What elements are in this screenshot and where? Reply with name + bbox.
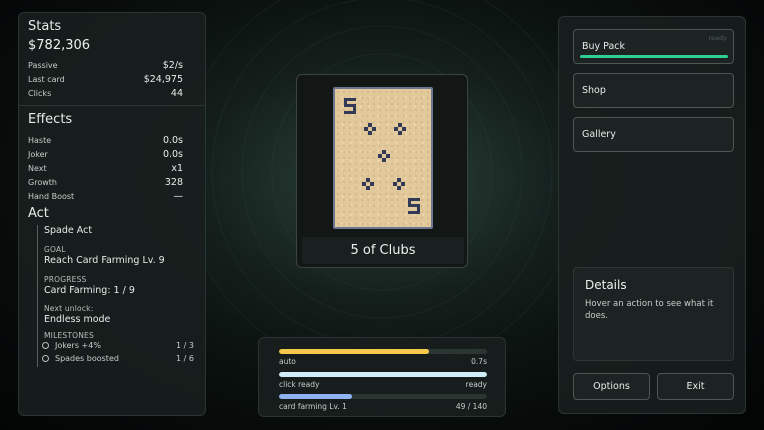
- details-text: Hover an action to see what it does.: [585, 299, 714, 321]
- progress-panel: auto 0.7s click ready ready card farming…: [258, 337, 506, 417]
- act-name: Spade Act: [44, 225, 93, 236]
- click-progress-bar: [279, 372, 487, 377]
- effect-value: 0.0s: [162, 149, 183, 160]
- act-title: Act: [28, 206, 49, 221]
- exit-button[interactable]: Exit: [657, 373, 734, 400]
- effect-row-growth: Growth 328: [28, 177, 183, 188]
- milestone-name: Spades boosted: [55, 354, 119, 363]
- milestone-name: Jokers +4%: [55, 341, 101, 350]
- card-rank-bottom: [408, 198, 420, 214]
- stat-label: Clicks: [28, 89, 52, 98]
- buy-pack-progress-fill: [580, 55, 728, 58]
- auto-progress-bar: [279, 349, 487, 354]
- effect-value: —: [173, 191, 184, 202]
- left-info-panel: Stats $782,306 Passive $2/s Last card $2…: [18, 12, 206, 416]
- card-label-box: 5 of Clubs: [302, 237, 464, 264]
- gallery-button[interactable]: Gallery: [573, 117, 734, 152]
- stat-label: Last card: [28, 75, 65, 84]
- effect-value: x1: [171, 163, 183, 174]
- milestone-row: Spades boosted 1 / 6: [42, 354, 194, 363]
- shop-label: Shop: [582, 85, 606, 96]
- milestone-circle-icon: [42, 355, 49, 362]
- effect-label: Growth: [28, 178, 57, 187]
- milestone-row: Jokers +4% 1 / 3: [42, 341, 194, 350]
- card-display[interactable]: 5 of Clubs: [296, 74, 468, 268]
- stat-value: $2/s: [162, 60, 183, 71]
- progress-label: PROGRESS: [44, 275, 87, 284]
- auto-label: auto: [279, 357, 296, 366]
- milestone-count: 1 / 6: [176, 354, 194, 363]
- goal-label: GOAL: [44, 245, 66, 254]
- farming-progress-fill: [279, 394, 352, 399]
- progress-text: Card Farming: 1 / 9: [44, 285, 135, 296]
- effect-value: 0.0s: [162, 135, 183, 146]
- next-unlock-text: Endless mode: [44, 314, 111, 325]
- playing-card[interactable]: [333, 87, 433, 229]
- effect-label: Next: [28, 164, 47, 173]
- buy-pack-label: Buy Pack: [582, 41, 626, 52]
- stat-row-passive: Passive $2/s: [28, 60, 183, 71]
- effect-row-next: Next x1: [28, 163, 183, 174]
- club-pip: [393, 178, 405, 190]
- club-pip: [364, 123, 376, 135]
- milestone-circle-icon: [42, 342, 49, 349]
- options-button[interactable]: Options: [573, 373, 650, 400]
- farming-label: card farming Lv. 1: [279, 402, 347, 411]
- effect-label: Haste: [28, 136, 52, 145]
- club-pip: [378, 150, 390, 162]
- goal-text: Reach Card Farming Lv. 9: [44, 255, 165, 266]
- farming-progress-bar: [279, 394, 487, 399]
- auto-value: 0.7s: [471, 357, 487, 366]
- farming-label-row: card farming Lv. 1 49 / 140: [279, 402, 487, 411]
- milestones-label: MILESTONES: [44, 331, 94, 340]
- stat-row-last-card: Last card $24,975: [28, 74, 183, 85]
- effect-label: Hand Boost: [28, 192, 75, 201]
- click-value: ready: [465, 380, 487, 389]
- act-details: Spade Act GOAL Reach Card Farming Lv. 9 …: [37, 225, 203, 367]
- effects-title: Effects: [28, 112, 73, 127]
- effect-row-haste: Haste 0.0s: [28, 135, 183, 146]
- card-rank-top: [344, 98, 356, 114]
- right-action-panel: Buy Pack ready Shop Gallery Details Hove…: [558, 16, 746, 414]
- club-pip: [362, 178, 374, 190]
- shop-button[interactable]: Shop: [573, 73, 734, 108]
- click-label: click ready: [279, 380, 320, 389]
- stats-title: Stats: [28, 19, 62, 34]
- stat-label: Passive: [28, 61, 58, 70]
- effect-row-joker: Joker 0.0s: [28, 149, 183, 160]
- stat-value: $24,975: [143, 74, 183, 85]
- milestone-count: 1 / 3: [176, 341, 194, 350]
- auto-label-row: auto 0.7s: [279, 357, 487, 366]
- farming-value: 49 / 140: [455, 402, 487, 411]
- effect-label: Joker: [28, 150, 48, 159]
- buy-pack-status: ready: [708, 34, 727, 42]
- click-progress-fill: [279, 372, 487, 377]
- stat-row-clicks: Clicks 44: [28, 88, 183, 99]
- effect-value: 328: [164, 177, 183, 188]
- click-label-row: click ready ready: [279, 380, 487, 389]
- card-label: 5 of Clubs: [350, 243, 416, 258]
- money-display: $782,306: [28, 38, 91, 53]
- details-title: Details: [585, 278, 627, 292]
- effect-row-hand-boost: Hand Boost —: [28, 191, 183, 202]
- buy-pack-button[interactable]: Buy Pack ready: [573, 29, 734, 64]
- card-art: [344, 98, 420, 214]
- section-divider: [19, 105, 205, 106]
- details-box: Details Hover an action to see what it d…: [573, 267, 734, 361]
- stat-value: 44: [170, 88, 183, 99]
- gallery-label: Gallery: [582, 129, 616, 140]
- auto-progress-fill: [279, 349, 429, 354]
- club-pip: [394, 123, 406, 135]
- next-unlock-label: Next unlock:: [44, 304, 94, 313]
